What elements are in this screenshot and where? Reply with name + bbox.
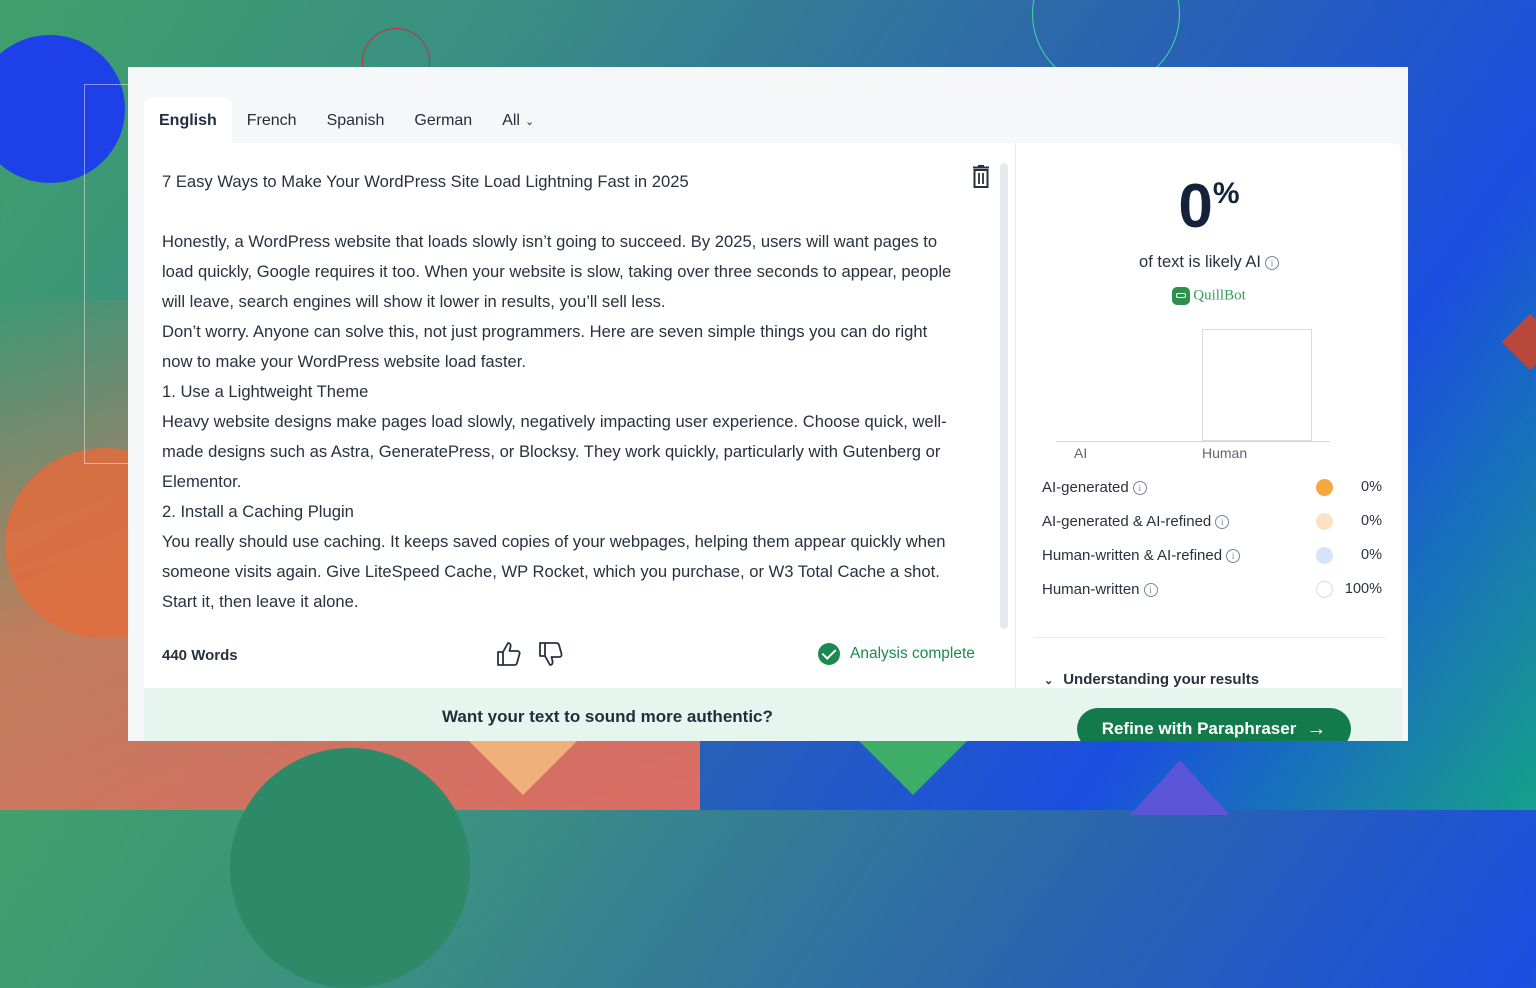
paragraph: Honestly, a WordPress website that loads…: [162, 232, 952, 311]
arrow-right-icon: →: [1306, 717, 1327, 740]
legend-row-human-written-ai-refined: Human-written & AI-refined i 0%: [1042, 547, 1382, 564]
results-panel: 0% of text is likely AI i QuillBot AI Huma…: [1016, 143, 1402, 688]
background-red-diamond: [1501, 313, 1536, 371]
tab-english[interactable]: English: [144, 97, 232, 143]
status-text: Analysis complete: [850, 645, 975, 662]
paragraph: Don’t worry. Anyone can solve this, not …: [162, 322, 928, 371]
ai-percentage: 0%: [1016, 171, 1402, 242]
editor-footer: 440 Words Analysis complete: [144, 633, 1014, 688]
legend-value: 0%: [1361, 547, 1382, 563]
background-peach-triangle: [468, 740, 578, 795]
tab-french[interactable]: French: [232, 97, 312, 143]
text-editor: 7 Easy Ways to Make Your WordPress Site …: [144, 143, 1014, 688]
info-icon[interactable]: i: [1132, 481, 1147, 496]
legend-row-ai-generated-ai-refined: AI-generated & AI-refined i 0%: [1042, 513, 1382, 530]
language-tabs: English French Spanish German All ⌄: [144, 97, 549, 143]
legend-value: 100%: [1344, 581, 1382, 597]
paragraph: Heavy website designs make pages load sl…: [162, 412, 947, 491]
info-icon[interactable]: i: [1215, 515, 1230, 530]
ai-percentage-value: 0: [1178, 172, 1213, 241]
background-green-triangle: [858, 740, 968, 795]
analysis-status: Analysis complete: [818, 643, 975, 665]
percent-symbol: %: [1212, 177, 1240, 210]
paragraph: 2. Install a Caching Plugin: [162, 502, 354, 521]
paragraph: 1. Use a Lightweight Theme: [162, 382, 369, 401]
paraphraser-banner: Want your text to sound more authentic? …: [144, 688, 1402, 741]
chart-category-label: Human: [1202, 445, 1248, 461]
results-legend: AI-generated i 0% AI-generated & AI-refin…: [1042, 479, 1382, 615]
chart-category-label: AI: [1074, 445, 1088, 461]
background-teal-circle: [230, 748, 470, 988]
quillbot-logo-icon: [1172, 287, 1191, 305]
info-icon[interactable]: i: [1143, 583, 1158, 598]
thumbs-down-icon[interactable]: [538, 641, 564, 667]
background-violet-triangle: [1130, 760, 1230, 815]
info-icon[interactable]: i: [1264, 255, 1279, 270]
legend-value: 0%: [1361, 479, 1382, 495]
chevron-down-icon: ⌄: [1044, 675, 1054, 687]
main-panel: 7 Easy Ways to Make Your WordPress Site …: [144, 143, 1402, 741]
ai-human-bar-chart: AI Human: [1056, 329, 1346, 469]
thumbs-up-icon[interactable]: [496, 641, 522, 667]
legend-row-human-written: Human-written i 100%: [1042, 581, 1382, 598]
chart-x-axis: [1056, 441, 1330, 442]
legend-row-ai-generated: AI-generated i 0%: [1042, 479, 1382, 496]
legend-value: 0%: [1361, 513, 1382, 529]
banner-text: Want your text to sound more authentic?: [442, 707, 773, 726]
editor-scrollbar[interactable]: [1000, 163, 1008, 629]
understanding-results-toggle[interactable]: ⌄ Understanding your results: [1044, 671, 1259, 688]
results-divider: [1034, 637, 1386, 638]
input-text-area[interactable]: 7 Easy Ways to Make Your WordPress Site …: [162, 167, 962, 617]
chevron-down-icon: ⌄: [521, 116, 535, 128]
background-outline-rect: [84, 84, 130, 464]
ai-likely-caption: of text is likely AI i: [1016, 253, 1402, 272]
check-circle-icon: [818, 643, 840, 665]
tab-spanish[interactable]: Spanish: [312, 97, 400, 143]
tab-german[interactable]: German: [399, 97, 487, 143]
ai-detector-card: English French Spanish German All ⌄ 7 Ea…: [128, 67, 1408, 741]
quillbot-brand: QuillBot: [1016, 287, 1402, 305]
trash-icon[interactable]: [970, 165, 992, 189]
paragraph: You really should use caching. It keeps …: [162, 532, 946, 611]
document-title: 7 Easy Ways to Make Your WordPress Site …: [162, 172, 689, 191]
chart-bar-human: [1202, 329, 1312, 441]
refine-with-paraphraser-button[interactable]: Refine with Paraphraser →: [1077, 708, 1351, 741]
info-icon[interactable]: i: [1226, 549, 1241, 564]
tab-all-dropdown[interactable]: All ⌄: [487, 97, 549, 143]
word-count: 440 Words: [162, 647, 238, 664]
